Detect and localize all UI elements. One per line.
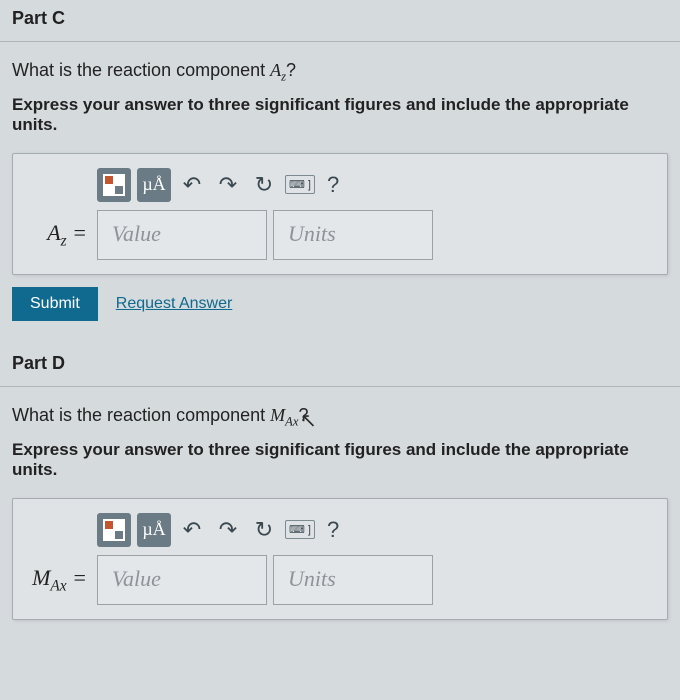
part-c-instruction: Express your answer to three significant… [0, 91, 680, 153]
toolbar: µÅ ↶ ↷ ↻ ⌨ ] ? [97, 513, 653, 547]
variable-name: Az [270, 60, 286, 80]
undo-button[interactable]: ↶ [177, 515, 207, 545]
help-button[interactable]: ? [321, 517, 345, 543]
question-prefix: What is the reaction component [12, 60, 270, 80]
value-input[interactable]: Value [97, 555, 267, 605]
part-c-header: Part C [0, 0, 680, 42]
units-input[interactable]: Units [273, 555, 433, 605]
part-d-answer-box: µÅ ↶ ↷ ↻ ⌨ ] ? MAx = Value Units [12, 498, 668, 620]
part-d-instruction: Express your answer to three significant… [0, 436, 680, 498]
part-c-question: What is the reaction component Az? [0, 42, 680, 91]
reset-button[interactable]: ↻ [249, 515, 279, 545]
part-d-question: What is the reaction component MAx? [0, 387, 680, 436]
mu-angstrom-label: µÅ [142, 174, 165, 195]
question-suffix: ? [298, 405, 308, 425]
keyboard-hint-button[interactable]: ⌨ ] [285, 520, 315, 539]
undo-button[interactable]: ↶ [177, 170, 207, 200]
mu-angstrom-label: µÅ [142, 519, 165, 540]
special-chars-button[interactable]: µÅ [137, 168, 171, 202]
keyboard-hint-button[interactable]: ⌨ ] [285, 175, 315, 194]
special-chars-button[interactable]: µÅ [137, 513, 171, 547]
templates-button[interactable] [97, 513, 131, 547]
part-c-answer-box: µÅ ↶ ↷ ↻ ⌨ ] ? Az = Value Units [12, 153, 668, 275]
question-suffix: ? [286, 60, 296, 80]
variable-name: MAx [270, 405, 298, 425]
part-c-actions: Submit Request Answer [12, 287, 668, 321]
redo-button[interactable]: ↷ [213, 515, 243, 545]
units-input[interactable]: Units [273, 210, 433, 260]
templates-button[interactable] [97, 168, 131, 202]
toolbar: µÅ ↶ ↷ ↻ ⌨ ] ? [97, 168, 653, 202]
input-row: Az = Value Units [27, 210, 653, 260]
question-prefix: What is the reaction component [12, 405, 270, 425]
input-row: MAx = Value Units [27, 555, 653, 605]
variable-label: MAx = [27, 555, 97, 605]
reset-button[interactable]: ↻ [249, 170, 279, 200]
redo-button[interactable]: ↷ [213, 170, 243, 200]
request-answer-link[interactable]: Request Answer [116, 295, 233, 313]
help-button[interactable]: ? [321, 172, 345, 198]
submit-button[interactable]: Submit [12, 287, 98, 321]
value-input[interactable]: Value [97, 210, 267, 260]
variable-label: Az = [27, 210, 97, 260]
part-d-header: Part D [0, 345, 680, 387]
